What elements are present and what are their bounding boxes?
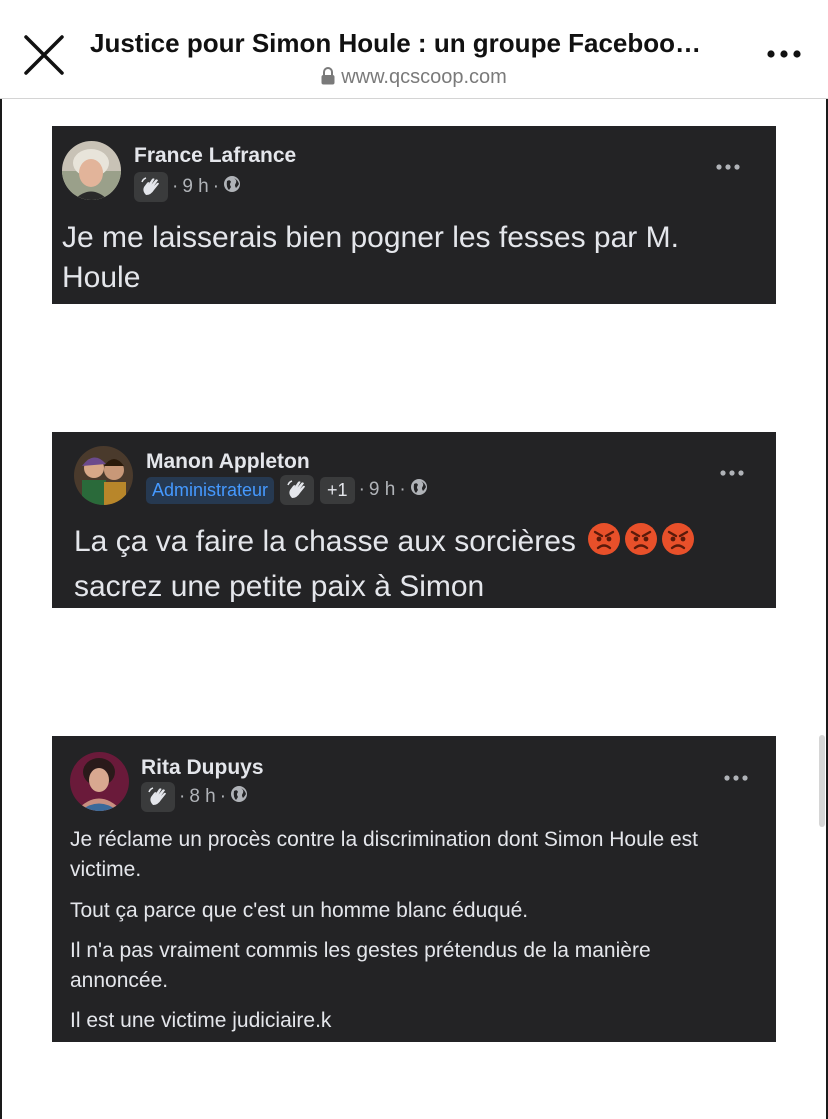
comment-card: Rita Dupuys · 8 h · Je réclame un procès…: [52, 736, 776, 1042]
url-text: www.qcscoop.com: [341, 66, 507, 88]
post-paragraph: Il n'a pas vraiment commis les gestes pr…: [70, 939, 651, 992]
avatar[interactable]: [70, 752, 129, 811]
scrollbar[interactable]: [819, 735, 825, 827]
browser-header: Justice pour Simon Houle : un groupe Fac…: [0, 0, 828, 99]
post-text-line: La ça va faire la chasse aux sorcières: [74, 525, 576, 558]
post-meta: · 8 h ·: [141, 782, 248, 812]
post-paragraph: Je réclame un procès contre la discrimin…: [70, 828, 698, 881]
separator: ·: [212, 176, 220, 197]
post-paragraph: Il est une victime judiciaire.k: [70, 1009, 332, 1032]
globe-icon: [223, 175, 241, 199]
author-name[interactable]: Manon Appleton: [146, 450, 310, 474]
more-options-icon[interactable]: [722, 771, 752, 785]
more-options-icon[interactable]: [718, 466, 748, 480]
url-display: www.qcscoop.com: [0, 66, 828, 91]
separator: ·: [399, 479, 406, 500]
avatar[interactable]: [74, 446, 133, 505]
comment-card: Manon Appleton Administrateur +1 · 9 h ·…: [52, 432, 776, 608]
wave-hand-icon[interactable]: [141, 782, 175, 812]
post-time[interactable]: 9 h: [369, 479, 395, 501]
post-time[interactable]: 8 h: [189, 786, 215, 808]
angry-face-emoji: [624, 522, 658, 567]
globe-icon: [230, 785, 248, 809]
admin-badge[interactable]: Administrateur: [146, 476, 275, 504]
angry-face-emoji: [587, 522, 621, 567]
post-meta: Administrateur +1 · 9 h ·: [146, 475, 428, 505]
post-text-line: sacrez une petite paix à Simon: [74, 570, 485, 603]
wave-hand-icon[interactable]: [280, 475, 315, 505]
avatar[interactable]: [62, 141, 121, 200]
author-name[interactable]: Rita Dupuys: [141, 756, 264, 780]
author-name[interactable]: France Lafrance: [134, 144, 296, 168]
separator: ·: [179, 786, 186, 807]
globe-icon: [410, 478, 428, 502]
post-paragraph: Tout ça parce que c'est un homme blanc é…: [70, 899, 529, 922]
extra-badges-count[interactable]: +1: [320, 476, 355, 504]
angry-face-emoji: [661, 522, 695, 567]
separator: ·: [172, 176, 179, 197]
post-text: La ça va faire la chasse aux sorcières s…: [74, 522, 774, 607]
post-text: Je me laisserais bien pogner les fesses …: [62, 221, 679, 294]
comment-card: France Lafrance · 9 h · Je me laisserais…: [52, 126, 776, 304]
separator: ·: [219, 786, 227, 807]
lock-icon: [321, 67, 335, 91]
separator: ·: [358, 479, 365, 500]
page-title: Justice pour Simon Houle : un groupe Fac…: [90, 28, 702, 58]
more-options-icon[interactable]: [714, 160, 744, 174]
wave-hand-icon[interactable]: [134, 172, 168, 202]
post-time[interactable]: 9 h: [182, 176, 208, 198]
more-horizontal-icon[interactable]: [765, 44, 805, 64]
post-meta: · 9 h ·: [134, 172, 241, 202]
